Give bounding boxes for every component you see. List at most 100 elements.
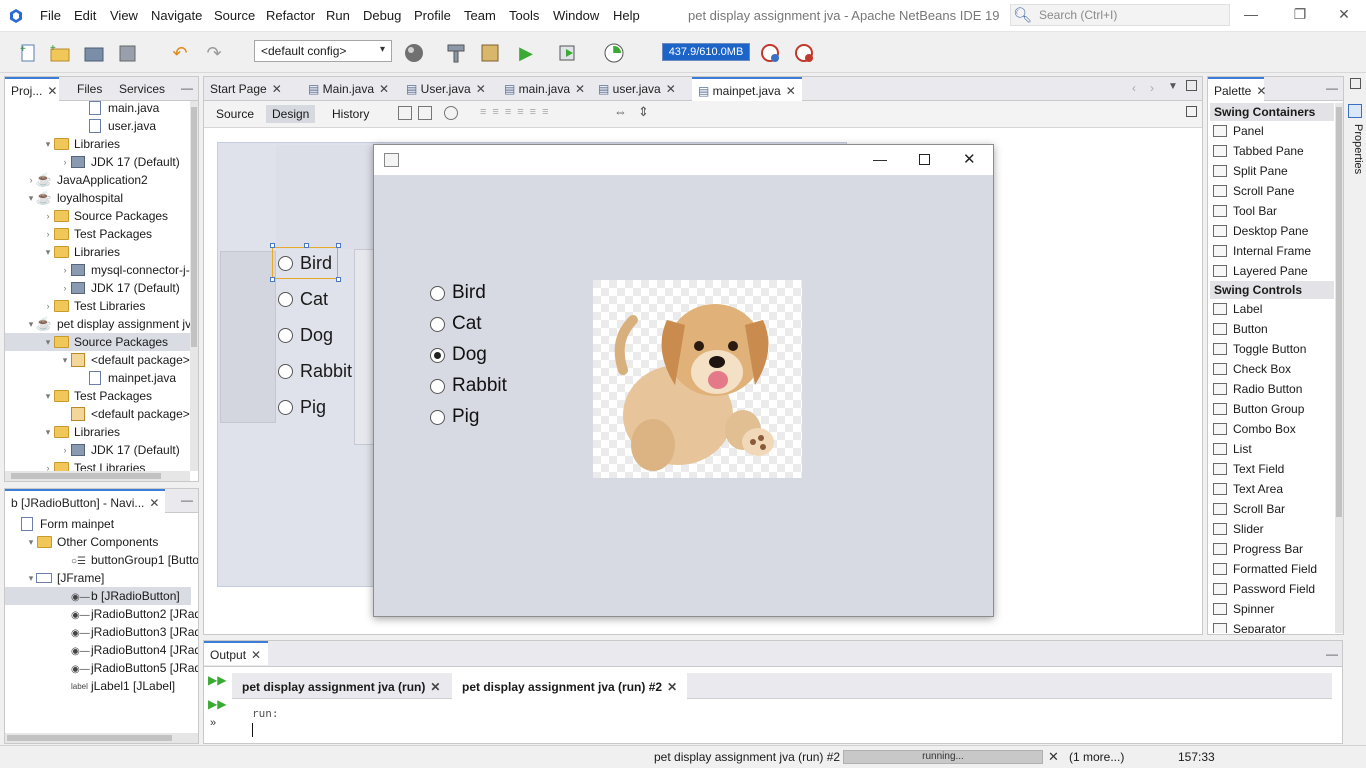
profile-snapshot-icon[interactable]	[792, 41, 816, 65]
tree-item[interactable]: ○☰ buttonGroup1 [ButtonGroup]	[5, 551, 198, 569]
expanded-arrow-icon[interactable]: ▾	[26, 573, 36, 584]
tree-item[interactable]: ◉—jRadioButton4 [JRadioButton]	[5, 641, 198, 659]
scroll-thumb[interactable]	[191, 107, 197, 347]
run-icon[interactable]: ▶	[514, 41, 538, 65]
palette-item[interactable]: Layered Pane	[1210, 261, 1334, 281]
tree-item[interactable]: ▾ Other Components	[5, 533, 159, 551]
scroll-thumb[interactable]	[1336, 107, 1342, 517]
expanded-arrow-icon[interactable]: ▾	[26, 537, 36, 548]
chevron-down-icon[interactable]: ▼	[1168, 81, 1178, 92]
design-radio-dog[interactable]: Dog	[278, 325, 333, 346]
tree-item[interactable]: Form mainpet	[5, 515, 114, 533]
cancel-task-icon[interactable]: ✕	[1048, 749, 1059, 765]
tree-item[interactable]: label jLabel1 [JLabel]	[5, 677, 175, 695]
close-icon[interactable]: ✕	[47, 84, 57, 98]
tree-item[interactable]: ◉—jRadioButton2 [JRadioButton]	[5, 605, 198, 623]
editor-tab[interactable]: ▤ main.java ✕	[498, 77, 588, 101]
menu-view[interactable]: View	[110, 8, 138, 23]
resize-vertical-icon[interactable]: ⇕	[638, 104, 649, 120]
vertical-scrollbar[interactable]	[190, 101, 198, 471]
properties-side-tab[interactable]: Properties	[1346, 76, 1366, 186]
tree-item[interactable]: ◉—jRadioButton5 [JRadioButton]	[5, 659, 198, 677]
expand-icon[interactable]	[1186, 106, 1197, 117]
new-file-icon[interactable]: +	[16, 41, 40, 65]
palette-item[interactable]: Desktop Pane	[1210, 221, 1334, 241]
globe-icon[interactable]	[402, 41, 426, 65]
scroll-thumb[interactable]	[7, 735, 172, 741]
design-radio-pig[interactable]: Pig	[278, 397, 326, 418]
collapsed-arrow-icon[interactable]: ›	[43, 229, 53, 239]
tab-run-2[interactable]: pet display assignment jva (run) #2 ✕	[452, 673, 688, 699]
palette-section-header[interactable]: Swing Controls	[1210, 281, 1334, 299]
radio-bird[interactable]: Bird	[430, 282, 486, 304]
editor-tab[interactable]: ▤ Main.java ✕	[302, 77, 396, 101]
console-area[interactable]: run:	[232, 701, 1332, 741]
palette-item[interactable]: Tool Bar	[1210, 201, 1334, 221]
collapsed-arrow-icon[interactable]: ›	[43, 463, 53, 471]
menu-edit[interactable]: Edit	[74, 8, 96, 23]
tree-item[interactable]: › ☕ JavaApplication2	[5, 171, 148, 189]
profile-icon[interactable]	[602, 41, 626, 65]
tree-item[interactable]: › Test Libraries	[5, 459, 145, 471]
palette-item[interactable]: Combo Box	[1210, 419, 1334, 439]
collapsed-arrow-icon[interactable]: ›	[60, 445, 70, 455]
resize-handle[interactable]	[304, 243, 309, 248]
expanded-arrow-icon[interactable]: ▾	[43, 139, 53, 150]
close-icon[interactable]: ✕	[476, 82, 486, 96]
palette-item[interactable]: Tabbed Pane	[1210, 141, 1334, 161]
tree-item[interactable]: ◉— b [JRadioButton]	[5, 587, 191, 605]
palette-item[interactable]: Label	[1210, 299, 1334, 319]
menu-tools[interactable]: Tools	[509, 8, 539, 23]
tree-item[interactable]: ▾ [JFrame]	[5, 569, 105, 587]
palette-item[interactable]: Text Area	[1210, 479, 1334, 499]
resize-handle[interactable]	[270, 243, 275, 248]
design-radio-rabbit[interactable]: Rabbit	[278, 361, 352, 382]
minimize-icon[interactable]: —	[873, 151, 887, 167]
maximize-icon[interactable]	[919, 154, 930, 165]
tree-item[interactable]: ▾ Source Packages	[5, 333, 190, 351]
palette-item[interactable]: Radio Button	[1210, 379, 1334, 399]
radio-rabbit[interactable]: Rabbit	[430, 375, 507, 397]
menu-debug[interactable]: Debug	[363, 8, 401, 23]
maximize-icon[interactable]	[1186, 80, 1197, 91]
undo-icon[interactable]: ↶	[168, 41, 192, 65]
open-project-icon[interactable]	[82, 41, 106, 65]
expanded-arrow-icon[interactable]: ▾	[43, 337, 53, 348]
collapsed-arrow-icon[interactable]: ›	[60, 157, 70, 167]
close-icon[interactable]: ✕	[963, 150, 976, 168]
tree-item[interactable]: ▾ <default package>	[5, 351, 190, 369]
memory-meter[interactable]: 437.9/610.0MB	[662, 43, 750, 61]
scroll-left-icon[interactable]: ‹	[1132, 81, 1136, 95]
tab-services[interactable]: Services	[113, 77, 171, 101]
tab-projects[interactable]: Proj... ✕	[5, 77, 59, 101]
tree-item[interactable]: › Source Packages	[5, 207, 169, 225]
tree-item[interactable]: <default package>	[5, 405, 190, 423]
collapsed-arrow-icon[interactable]: ›	[43, 211, 53, 221]
palette-item[interactable]: Text Field	[1210, 459, 1334, 479]
editor-tab[interactable]: ▤ User.java ✕	[400, 77, 494, 101]
close-icon[interactable]: ✕	[575, 82, 585, 96]
collapsed-arrow-icon[interactable]: ›	[26, 175, 36, 185]
menu-help[interactable]: Help	[613, 8, 640, 23]
expanded-arrow-icon[interactable]: ▾	[60, 355, 70, 366]
menu-team[interactable]: Team	[464, 8, 496, 23]
tree-item[interactable]: ◉—jRadioButton3 [JRadioButton]	[5, 623, 198, 641]
tree-item[interactable]: › Test Libraries	[5, 297, 146, 315]
minimize-panel-icon[interactable]: —	[181, 493, 193, 507]
close-icon[interactable]: ✕	[1329, 6, 1359, 26]
tree-item[interactable]: main.java	[5, 99, 159, 117]
more-actions-icon[interactable]: »	[210, 717, 216, 729]
expanded-arrow-icon[interactable]: ▾	[26, 193, 36, 204]
tree-item[interactable]: user.java	[5, 117, 156, 135]
more-tasks-link[interactable]: (1 more...)	[1069, 750, 1124, 764]
tree-item[interactable]: › JDK 17 (Default)	[5, 441, 180, 459]
radio-cat[interactable]: Cat	[430, 313, 482, 335]
connection-mode-icon[interactable]	[418, 106, 432, 120]
editor-tab[interactable]: ▤ mainpet.java ✕	[692, 77, 802, 101]
new-project-icon[interactable]: +	[48, 41, 72, 65]
align-icons[interactable]: ≡≡≡≡≡≡	[480, 106, 590, 120]
palette-item[interactable]: Check Box	[1210, 359, 1334, 379]
resize-handle[interactable]	[270, 277, 275, 282]
expanded-arrow-icon[interactable]: ▾	[26, 319, 36, 330]
tree-item[interactable]: ▾ ☕ loyalhospital	[5, 189, 123, 207]
